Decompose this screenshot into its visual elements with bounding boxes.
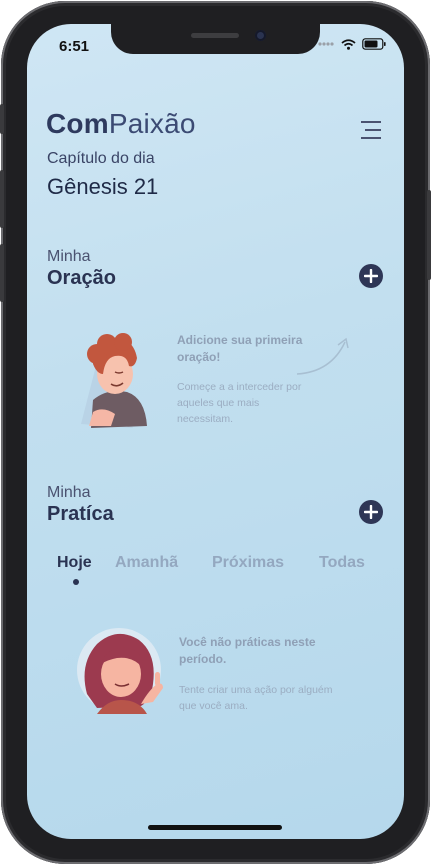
volume-down-button	[0, 244, 4, 302]
home-indicator[interactable]	[148, 825, 282, 830]
practice-empty-title: Você não práticas neste período.	[179, 635, 316, 666]
app-screen: 6:51 ComPaixão Capítulo do dia Gênesis 2…	[27, 24, 404, 839]
chapter-value[interactable]: Gênesis 21	[47, 174, 158, 200]
prayer-empty-text: Começe a a interceder por aqueles que ma…	[177, 381, 302, 425]
wifi-icon	[341, 38, 356, 50]
add-practice-button[interactable]	[359, 500, 383, 524]
prayer-section-label: Minha	[47, 248, 91, 265]
add-prayer-button[interactable]	[359, 264, 383, 288]
cellular-signal-icon	[318, 42, 334, 46]
logo-bold-text: Com	[46, 108, 109, 139]
tab-amanha[interactable]: Amanhã	[115, 554, 178, 572]
practice-section-label: Minha	[47, 484, 91, 501]
chapter-label: Capítulo do dia	[47, 150, 155, 167]
mute-switch	[0, 104, 4, 134]
plus-icon	[364, 269, 378, 283]
power-button	[427, 190, 431, 280]
praying-man-illustration	[81, 333, 147, 428]
logo-light-text: Paixão	[108, 108, 196, 139]
speaker	[191, 33, 239, 38]
active-tab-indicator	[73, 579, 79, 585]
prayer-section-title: Oração	[47, 267, 116, 289]
front-camera	[255, 30, 266, 41]
tab-proximas[interactable]: Próximas	[212, 554, 284, 572]
tab-todas[interactable]: Todas	[319, 554, 365, 572]
practice-tabs: Hoje Amanhã Próximas Todas	[57, 554, 377, 594]
status-icons	[318, 38, 386, 50]
volume-up-button	[0, 170, 4, 228]
curved-arrow-icon	[296, 337, 349, 375]
practice-empty-text: Tente criar uma ação por alguém que você…	[179, 684, 333, 712]
waving-woman-illustration	[77, 628, 163, 714]
tab-hoje[interactable]: Hoje	[57, 554, 92, 572]
notch	[111, 24, 320, 54]
battery-icon	[362, 38, 386, 50]
status-time: 6:51	[59, 38, 90, 55]
practice-section-title: Pratíca	[47, 503, 114, 525]
app-logo: ComPaixão	[46, 108, 196, 140]
plus-icon	[364, 505, 378, 519]
hamburger-menu-icon[interactable]	[361, 121, 381, 139]
